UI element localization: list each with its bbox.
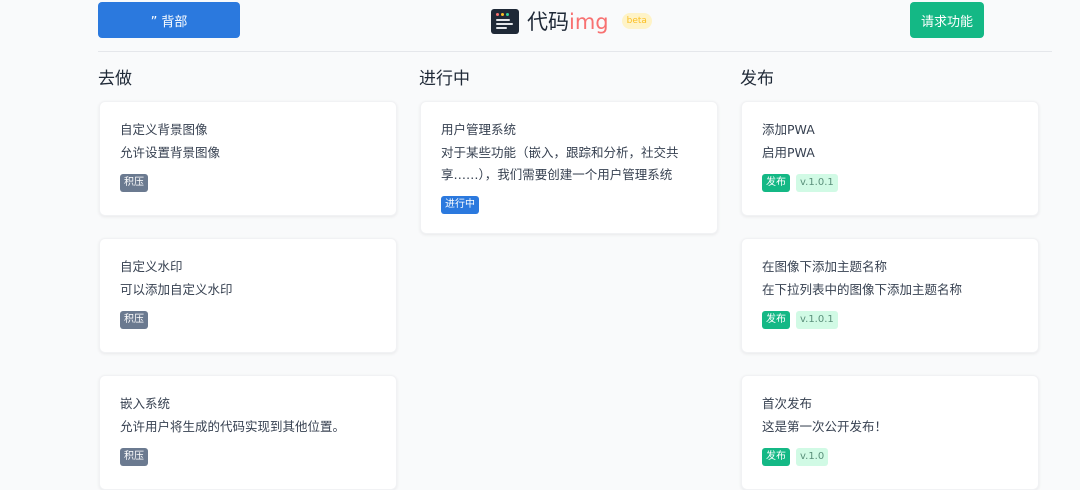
backlog-tag: 积压 — [120, 311, 148, 329]
release-tag: 发布 — [762, 448, 790, 466]
card-description: 允许用户将生成的代码实现到其他位置。 — [120, 419, 346, 434]
card-title: 添加PWA — [762, 122, 815, 137]
card-title: 自定义水印 — [120, 259, 183, 274]
card-title: 用户管理系统 — [441, 122, 517, 137]
card-title: 首次发布 — [762, 396, 813, 411]
backlog-tag: 积压 — [120, 174, 148, 192]
version-tag: v.1.0 — [796, 448, 829, 466]
card[interactable]: 嵌入系统 允许用户将生成的代码实现到其他位置。 积压 — [99, 375, 397, 490]
logo[interactable]: 代码img beta — [491, 6, 652, 36]
card[interactable]: 首次发布 这是第一次公开发布！ 发布 v.1.0 — [741, 375, 1039, 490]
card[interactable]: 自定义背景图像 允许设置背景图像 积压 — [99, 101, 397, 216]
column-title-in-progress: 进行中 — [419, 69, 470, 89]
header-divider — [98, 51, 1052, 52]
card[interactable]: 自定义水印 可以添加自定义水印 积压 — [99, 238, 397, 353]
card[interactable]: 在图像下添加主题名称 在下拉列表中的图像下添加主题名称 发布 v.1.0.1 — [741, 238, 1039, 353]
card-description: 对于某些功能（嵌入，跟踪和分析，社交共享……），我们需要创建一个用户管理系统 — [441, 145, 679, 182]
version-tag: v.1.0.1 — [796, 174, 838, 192]
release-tag: 发布 — [762, 174, 790, 192]
release-tag: 发布 — [762, 311, 790, 329]
card-description: 这是第一次公开发布！ — [762, 419, 888, 434]
card-description: 在下拉列表中的图像下添加主题名称 — [762, 282, 963, 297]
logo-text: 代码img — [527, 10, 609, 34]
card[interactable]: 用户管理系统 对于某些功能（嵌入，跟踪和分析，社交共享……），我们需要创建一个用… — [420, 101, 718, 234]
card[interactable]: 添加PWA 启用PWA 发布 v.1.0.1 — [741, 101, 1039, 216]
card-title: 自定义背景图像 — [120, 122, 208, 137]
card-description: 允许设置背景图像 — [120, 145, 221, 160]
card-title: 嵌入系统 — [120, 396, 171, 411]
column-title-released: 发布 — [740, 69, 774, 89]
code-logo-icon — [491, 8, 519, 34]
back-button[interactable]: ” 背部 — [98, 2, 240, 38]
card-description: 可以添加自定义水印 — [120, 282, 233, 297]
header: ” 背部 代码img beta 请求功能 — [0, 0, 1080, 52]
card-title: 在图像下添加主题名称 — [762, 259, 888, 274]
beta-badge: beta — [621, 13, 652, 29]
card-description: 启用PWA — [762, 145, 815, 160]
column-title-todo: 去做 — [98, 69, 132, 89]
version-tag: v.1.0.1 — [796, 311, 838, 329]
backlog-tag: 积压 — [120, 448, 148, 466]
request-feature-button[interactable]: 请求功能 — [910, 2, 984, 38]
in-progress-tag: 进行中 — [441, 196, 479, 214]
